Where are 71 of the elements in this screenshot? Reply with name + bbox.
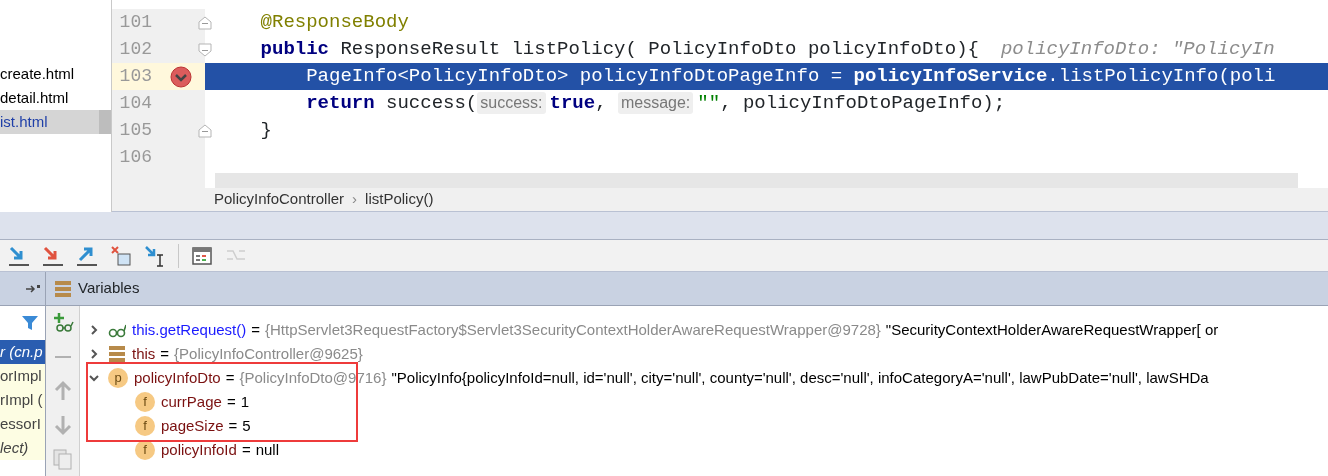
object-reference: {HttpServlet3RequestFactory$Servlet3SecurityContextHolderAwareRequestWrapper@9728} [265,319,881,340]
code-text: policyInfoService [853,65,1048,87]
pin-icon[interactable] [25,283,41,294]
annotation: @ResponseBody [259,11,409,33]
variable-name: this.getRequest() [132,319,247,340]
variable-value: 1 [240,391,249,412]
variable-value: "PolicyInfo{policyInfoId=null, id='null', city='null', county='null', desc='null', infoCategoryA='null', lawPubDate='null', lawSHDa [391,367,1209,388]
member-badge: f [135,416,155,436]
stack-frame[interactable]: lect) [0,436,45,460]
member-badge: p [108,368,128,388]
breadcrumb-separator: › [352,189,358,210]
file-item[interactable]: create.html [0,62,111,86]
variable-value: 5 [242,415,251,436]
breadcrumb-item[interactable]: listPolicy() [365,188,434,211]
variable-name: this [132,343,156,364]
variable-name: policyInfoDto [134,367,221,388]
keyword: true [549,92,596,114]
member-badge: f [135,440,155,460]
keyword: public [259,38,330,60]
code-text: , policyInfoDtoPageInfo); [720,92,1006,114]
string-literal: "" [697,92,721,114]
inline-value: policyInfoDto: "PolicyIn [1000,38,1275,60]
fold-marker-icon[interactable] [198,42,212,57]
code-text: PageInfo<PolicyInfoDto> policyInfoDtoPageInfo = [305,65,844,87]
fold-marker-icon[interactable] [198,123,212,138]
member-badge: f [135,392,155,412]
equals-sign: = [251,319,260,340]
file-item[interactable]: detail.html [0,86,111,110]
equals-sign: = [160,343,170,364]
line-number: 106 [118,146,152,169]
filter-icon[interactable] [21,314,39,332]
variable-name: policyInfoId [161,439,237,460]
breadcrumb-item[interactable]: PolicyInfoController [214,188,345,211]
step-into-icon[interactable] [8,244,30,267]
variable-name: currPage [161,391,222,412]
parameter-hint: message: [617,92,694,114]
object-reference: {PolicyInfoController@9625} [174,343,363,364]
equals-sign: = [241,439,251,460]
line-number: 103 [118,65,152,88]
code-text: , [595,92,608,114]
code-text: success( [385,92,478,114]
line-number: 101 [118,11,152,34]
fold-marker-icon[interactable] [198,15,212,30]
stack-frame[interactable]: orImpl [0,364,45,388]
variables-icon [54,279,72,298]
object-icon [108,345,126,363]
calculator-icon[interactable] [191,244,213,267]
code-text: .listPolicyInfo(poli [1047,65,1276,87]
force-step-into-icon[interactable] [42,244,64,267]
variable-name: pageSize [161,415,224,436]
panel-title: Variables [78,278,140,299]
file-item[interactable]: ist.html [0,110,111,134]
parameter-hint: success: [477,92,546,114]
equals-sign: = [228,415,238,436]
breakpoint-icon[interactable] [170,65,192,88]
code-text: ResponseResult listPolicy( PolicyInfoDto policyInfoDto){ [339,38,979,60]
line-number: 104 [118,92,152,115]
variable-value: "SecurityContextHolderAwareRequestWrapper[ or [885,319,1219,340]
variable-value: null [255,439,279,460]
keyword: return [305,92,375,114]
stack-frame[interactable]: r (cn.p [0,340,45,364]
line-number: 105 [118,119,152,142]
stack-frame[interactable]: rImpl ( [0,388,45,412]
code-text: } [259,119,272,141]
stack-frame[interactable]: essorI [0,412,45,436]
equals-sign: = [226,391,236,412]
equals-sign: = [225,367,235,388]
line-number: 102 [118,38,152,61]
add-watch-icon[interactable] [51,312,74,334]
run-to-cursor-icon[interactable] [144,244,166,267]
drop-frame-icon[interactable] [110,244,132,267]
